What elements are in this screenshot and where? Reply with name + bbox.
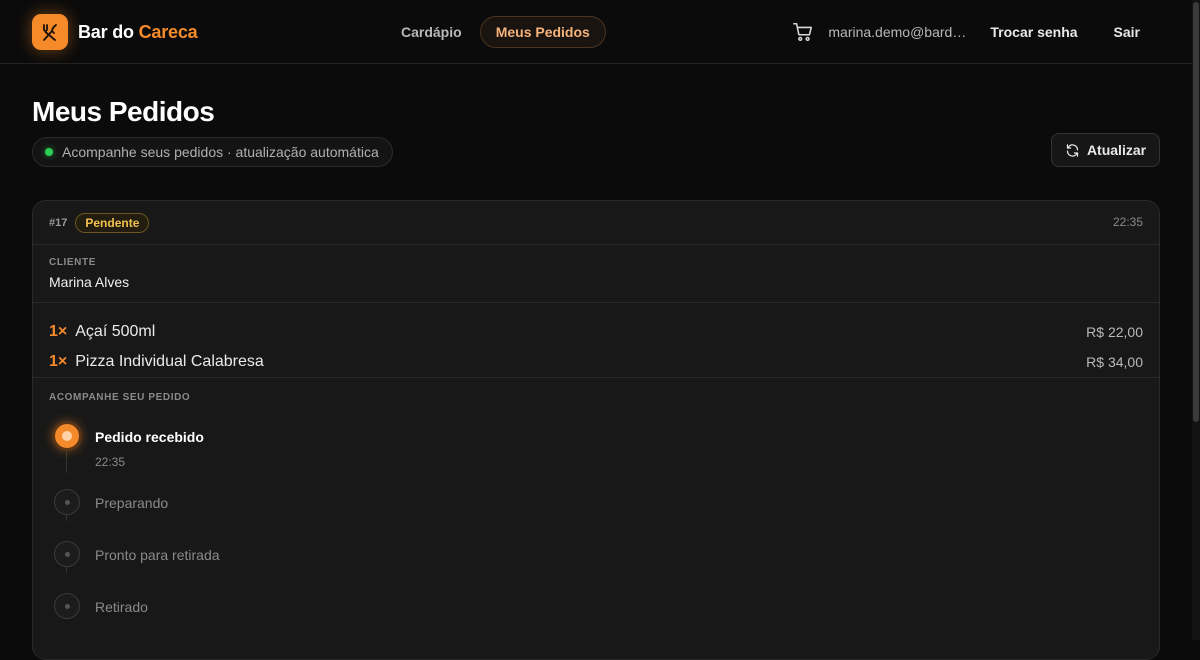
- item-qty: 1×: [49, 323, 68, 340]
- step-pending-icon: [54, 593, 80, 619]
- status-badge: Pendente: [75, 212, 150, 233]
- item-price: R$ 34,00: [1086, 354, 1143, 370]
- cart-icon[interactable]: [790, 19, 816, 45]
- step-label: Preparando: [95, 495, 169, 511]
- main-nav: Cardápio Meus Pedidos: [385, 16, 606, 48]
- refresh-label: Atualizar: [1086, 142, 1147, 158]
- client-label: CLIENTE: [49, 257, 96, 268]
- live-indicator-icon: [45, 148, 53, 156]
- step-label: Pronto para retirada: [95, 547, 220, 563]
- order-card: #17 Pendente 22:35 CLIENTE Marina Alves …: [32, 200, 1160, 660]
- brand-name: Bar do Careca: [78, 21, 198, 43]
- client-section: CLIENTE Marina Alves: [33, 245, 1159, 303]
- list-item: 1× Pizza Individual Calabresa R$ 34,00: [49, 347, 1143, 377]
- item-name: Açaí 500ml: [75, 323, 156, 340]
- step-label: Retirado: [95, 599, 148, 615]
- nav-cardapio[interactable]: Cardápio: [385, 16, 478, 48]
- header-actions: marina.demo@bardocareca.com Trocar senha…: [790, 16, 1140, 48]
- step-retirado: Retirado: [49, 589, 1143, 641]
- order-number: #17: [49, 216, 68, 229]
- step-pending-icon: [54, 489, 80, 515]
- brand-name-accent: Careca: [138, 21, 198, 42]
- step-time: 22:35: [95, 455, 126, 469]
- order-time: 22:35: [1112, 215, 1143, 229]
- scrollbar[interactable]: [1192, 0, 1200, 640]
- step-done-icon: [52, 421, 82, 451]
- step-pronto: Pronto para retirada: [49, 537, 1143, 589]
- step-label: Pedido recebido: [95, 429, 204, 445]
- step-pedido-recebido: Pedido recebido 22:35: [49, 419, 1143, 485]
- brand[interactable]: Bar do Careca: [32, 14, 198, 50]
- client-name: Marina Alves: [49, 274, 130, 290]
- tracking-steps: Pedido recebido 22:35 Preparando Pronto …: [49, 419, 1143, 641]
- top-header: Bar do Careca Cardápio Meus Pedidos mari…: [0, 0, 1192, 64]
- change-password-button[interactable]: Trocar senha: [990, 24, 1077, 40]
- order-header: #17 Pendente 22:35: [33, 201, 1159, 245]
- order-tracking: ACOMPANHE SEU PEDIDO Pedido recebido 22:…: [33, 378, 1159, 641]
- refresh-button[interactable]: Atualizar: [1051, 133, 1160, 167]
- nav-meus-pedidos[interactable]: Meus Pedidos: [479, 16, 606, 48]
- auto-update-status: Acompanhe seus pedidos · atualização aut…: [32, 137, 393, 167]
- item-price: R$ 22,00: [1086, 324, 1143, 340]
- step-pending-icon: [54, 541, 80, 567]
- order-items: 1× Açaí 500ml R$ 22,00 1× Pizza Individu…: [33, 303, 1159, 378]
- brand-name-main: Bar do: [78, 21, 139, 42]
- page-title: Meus Pedidos: [32, 96, 215, 127]
- tracking-label: ACOMPANHE SEU PEDIDO: [49, 392, 191, 403]
- item-qty: 1×: [49, 353, 68, 370]
- list-item: 1× Açaí 500ml R$ 22,00: [49, 317, 1143, 347]
- item-name: Pizza Individual Calabresa: [75, 353, 264, 370]
- status-text: Acompanhe seus pedidos · atualização aut…: [62, 144, 379, 160]
- refresh-icon: [1066, 143, 1079, 157]
- scrollbar-thumb[interactable]: [1193, 2, 1199, 422]
- user-email: marina.demo@bardocareca.com: [828, 24, 968, 40]
- logo-utensils-icon: [32, 14, 68, 50]
- logout-button[interactable]: Sair: [1114, 24, 1140, 40]
- step-preparando: Preparando: [49, 485, 1143, 537]
